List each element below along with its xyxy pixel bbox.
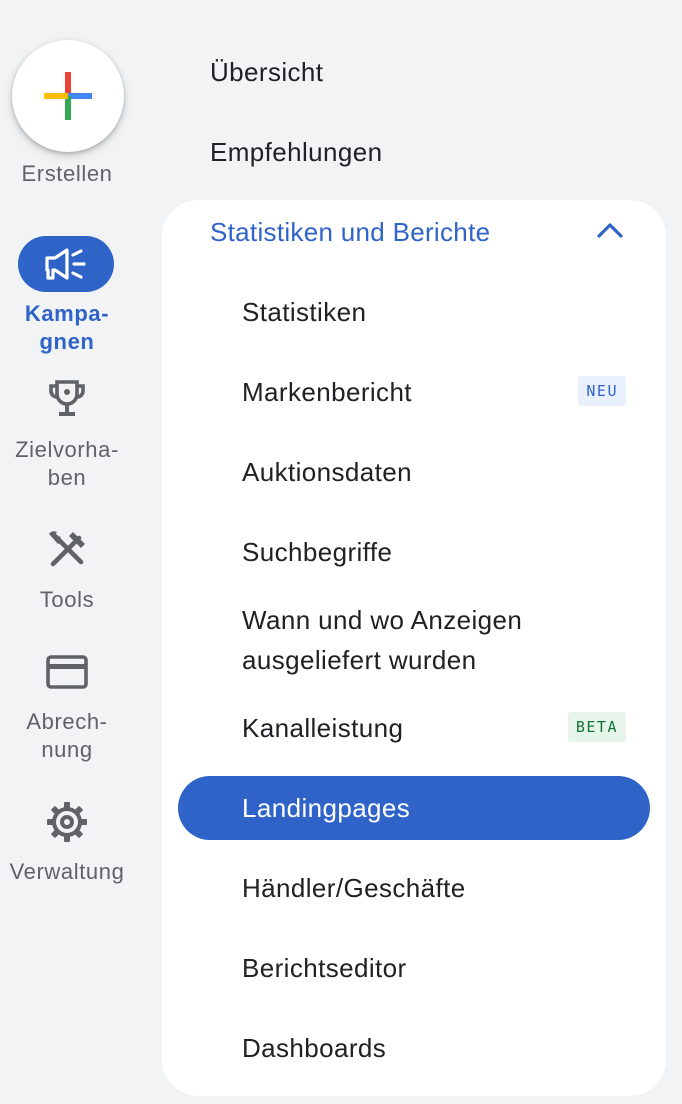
rail-label-goals-2: ben: [47, 465, 87, 490]
section-title: Statistiken und Berichte: [210, 217, 491, 247]
campaign-megaphone-icon: [45, 248, 86, 280]
sub-item-when-where-ads-showed[interactable]: Wann und wo Anzeigen ausgeliefert wurden: [178, 596, 650, 684]
sub-item-label: Suchbegriffe: [242, 537, 393, 567]
rail-label-tools: Tools: [39, 587, 95, 612]
sub-item-merchants-stores[interactable]: Händler/Geschäfte: [178, 864, 650, 912]
navigation-rail: Erstellen Kampa- gnen Zielvorha- ben Too…: [0, 0, 134, 1104]
nav-item-recommendations[interactable]: Empfehlungen: [210, 136, 382, 168]
new-badge: NEU: [578, 376, 626, 406]
rail-item-campaigns-pill[interactable]: [18, 236, 114, 292]
sub-item-label: Händler/Geschäfte: [242, 873, 466, 903]
sub-item-label-line1: Wann und wo Anzeigen: [242, 605, 523, 635]
plus-icon: [44, 72, 92, 120]
chevron-up-icon: [597, 223, 623, 238]
sub-item-landing-pages[interactable]: Landingpages: [178, 776, 650, 840]
beta-badge: BETA: [567, 712, 626, 742]
sub-item-report-editor[interactable]: Berichtseditor: [178, 944, 650, 992]
rail-label-admin: Verwaltung: [9, 859, 125, 884]
sub-item-auction-insights[interactable]: Auktionsdaten: [178, 448, 650, 496]
sub-item-label: Berichtseditor: [242, 953, 407, 983]
section-header-reports[interactable]: Statistiken und Berichte: [210, 214, 623, 254]
sub-item-channel-performance[interactable]: Kanalleistung BETA: [178, 704, 650, 752]
credit-card-icon: [46, 655, 88, 689]
sub-item-dashboards[interactable]: Dashboards: [178, 1024, 650, 1072]
sub-item-label: Markenbericht: [242, 377, 412, 407]
rail-label-goals-1: Zielvorha-: [15, 437, 119, 462]
rail-label-billing-1: Abrech-: [26, 709, 108, 734]
reports-section-card: Statistiken und Berichte Statistiken Mar…: [162, 200, 666, 1096]
nav-item-overview[interactable]: Übersicht: [210, 56, 323, 88]
gear-icon: [47, 802, 87, 842]
rail-label-billing-2: nung: [41, 737, 93, 762]
sub-item-label-line2: ausgeliefert wurden: [242, 645, 477, 675]
trophy-icon: [49, 380, 85, 416]
sub-item-label: Dashboards: [242, 1033, 387, 1063]
rail-label-campaigns-1: Kampa-: [24, 301, 110, 326]
rail-label-campaigns-2: gnen: [39, 329, 95, 354]
create-button[interactable]: [12, 40, 124, 152]
sub-item-search-terms[interactable]: Suchbegriffe: [178, 528, 650, 576]
sub-item-statistics[interactable]: Statistiken: [178, 288, 650, 336]
sub-item-brand-report[interactable]: Markenbericht NEU: [178, 368, 650, 416]
sub-item-label: Landingpages: [242, 793, 411, 823]
create-label: Erstellen: [21, 161, 113, 186]
sub-item-label: Statistiken: [242, 297, 367, 327]
sub-item-label: Kanalleistung: [242, 713, 404, 743]
sub-item-label: Auktionsdaten: [242, 457, 412, 487]
tools-icon: [49, 531, 85, 567]
